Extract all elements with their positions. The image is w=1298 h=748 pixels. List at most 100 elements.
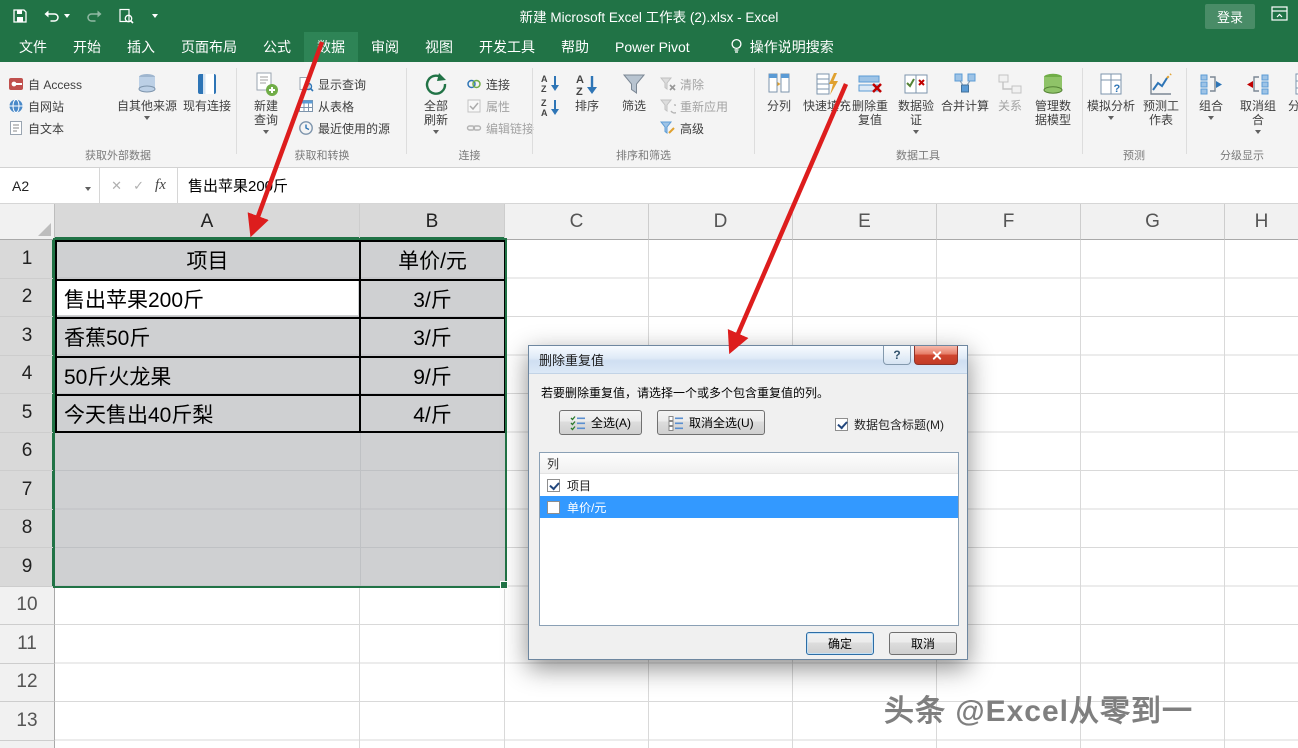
column-header-F[interactable]: F [937, 204, 1081, 240]
name-box-dropdown-icon[interactable] [85, 187, 91, 191]
row-header-12[interactable]: 12 [0, 663, 55, 702]
cell-A5[interactable]: 今天售出40斤梨 [57, 396, 358, 432]
checkbox-unchecked-icon[interactable] [547, 500, 560, 514]
from-web-button[interactable]: 自网站 [8, 96, 64, 116]
show-queries-button[interactable]: 显示查询 [298, 74, 366, 94]
print-preview-icon[interactable] [118, 8, 134, 24]
name-box[interactable]: A2 [0, 168, 100, 203]
tab-page-layout[interactable]: 页面布局 [168, 32, 250, 62]
tell-me-search[interactable]: 操作说明搜索 [717, 32, 846, 62]
existing-connections-button[interactable]: 现有连接 [180, 70, 234, 113]
undo-dropdown-icon[interactable] [64, 14, 70, 18]
sort-button[interactable]: AZ 排序 [564, 70, 610, 113]
fill-handle[interactable] [500, 581, 508, 589]
select-all-corner[interactable] [0, 204, 55, 240]
new-query-button[interactable]: 新建查询 [240, 70, 292, 134]
column-header-D[interactable]: D [649, 204, 793, 240]
cell-B1[interactable]: 单价/元 [361, 242, 504, 278]
what-if-analysis-button[interactable]: ? 模拟分析 [1086, 70, 1136, 120]
column-header-C[interactable]: C [505, 204, 649, 240]
sort-ascending-button[interactable]: AZ [540, 72, 562, 94]
group-separator [532, 68, 533, 154]
tab-power-pivot[interactable]: Power Pivot [602, 32, 703, 62]
dialog-help-button[interactable]: ? [883, 346, 911, 365]
from-other-sources-button[interactable]: 自其他来源 [116, 70, 178, 120]
dialog-close-button[interactable] [914, 346, 958, 365]
remove-duplicates-button[interactable]: 删除重复值 [848, 70, 892, 127]
refresh-all-button[interactable]: 全部刷新 [410, 70, 462, 134]
column-header-B[interactable]: B [360, 204, 505, 240]
dropdown-icon [263, 130, 269, 134]
ribbon-display-options-icon[interactable] [1271, 6, 1288, 26]
tab-view[interactable]: 视图 [412, 32, 466, 62]
manage-data-model-button[interactable]: 管理数据模型 [1030, 70, 1076, 127]
column-item-0[interactable]: 项目 [540, 474, 958, 496]
select-all-button[interactable]: 全选(A) [559, 410, 642, 435]
row-header-2[interactable]: 2 [0, 278, 55, 317]
recent-sources-button[interactable]: 最近使用的源 [298, 118, 390, 138]
columns-listbox[interactable]: 列 项目 单价/元 [539, 452, 959, 626]
ungroup-button[interactable]: 取消组合 [1234, 70, 1282, 134]
cell-B3[interactable]: 3/斤 [361, 319, 504, 355]
undo-icon[interactable] [44, 8, 70, 24]
row-header-6[interactable]: 6 [0, 432, 55, 471]
row-header-11[interactable]: 11 [0, 625, 55, 664]
column-header-H[interactable]: H [1225, 204, 1298, 240]
flash-fill-button[interactable]: 快速填充 [802, 70, 852, 113]
group-button[interactable]: 组合 [1190, 70, 1232, 120]
row-header-7[interactable]: 7 [0, 471, 55, 510]
column-header-E[interactable]: E [793, 204, 937, 240]
from-access-button[interactable]: 自 Access [8, 74, 82, 94]
sort-descending-button[interactable]: ZA [540, 96, 562, 118]
connections-button[interactable]: 连接 [466, 74, 510, 94]
svg-text:Z: Z [541, 84, 547, 94]
tab-developer[interactable]: 开发工具 [466, 32, 548, 62]
consolidate-button[interactable]: 合并计算 [940, 70, 990, 113]
cell-B5[interactable]: 4/斤 [361, 396, 504, 432]
login-button[interactable]: 登录 [1204, 3, 1255, 29]
cancel-button[interactable]: 取消 [889, 632, 957, 655]
data-validation-button[interactable]: 数据验证 [894, 70, 938, 134]
insert-function-button[interactable]: fx [155, 177, 166, 194]
cell-B4[interactable]: 9/斤 [361, 358, 504, 394]
tab-file[interactable]: 文件 [6, 32, 60, 62]
checkbox-checked-icon[interactable] [835, 418, 848, 431]
row-header-13[interactable]: 13 [0, 702, 55, 741]
row-header-10[interactable]: 10 [0, 586, 55, 625]
row-header-4[interactable]: 4 [0, 355, 55, 394]
save-icon[interactable] [12, 8, 28, 24]
unselect-all-button[interactable]: 取消全选(U) [657, 410, 765, 435]
cell-A1[interactable]: 项目 [57, 242, 358, 278]
column-item-1[interactable]: 单价/元 [540, 496, 958, 518]
customize-qat-icon[interactable] [152, 14, 158, 18]
row-header-1[interactable]: 1 [0, 240, 55, 279]
tab-data[interactable]: 数据 [304, 32, 358, 62]
advanced-filter-button[interactable]: 高级 [660, 118, 704, 138]
formula-input[interactable]: 售出苹果200斤 [178, 168, 1298, 203]
subtotal-button[interactable]: 分类汇总 [1284, 70, 1298, 127]
tab-insert[interactable]: 插入 [114, 32, 168, 62]
from-table-button[interactable]: 从表格 [298, 96, 354, 116]
tab-home[interactable]: 开始 [60, 32, 114, 62]
tab-review[interactable]: 审阅 [358, 32, 412, 62]
column-header-G[interactable]: G [1081, 204, 1225, 240]
text-to-columns-button[interactable]: 分列 [758, 70, 800, 113]
forecast-sheet-button[interactable]: 预测工作表 [1138, 70, 1184, 127]
tab-help[interactable]: 帮助 [548, 32, 602, 62]
cell-A3[interactable]: 香蕉50斤 [57, 319, 358, 355]
ok-button[interactable]: 确定 [806, 632, 874, 655]
checkbox-checked-icon[interactable] [547, 478, 560, 492]
tab-formulas[interactable]: 公式 [250, 32, 304, 62]
filter-button[interactable]: 筛选 [612, 70, 656, 113]
from-text-button[interactable]: 自文本 [8, 118, 64, 138]
row-header-14-partial[interactable] [0, 740, 55, 748]
row-header-9[interactable]: 9 [0, 548, 55, 587]
row-header-3[interactable]: 3 [0, 317, 55, 356]
cell-A4[interactable]: 50斤火龙果 [57, 358, 358, 394]
row-header-5[interactable]: 5 [0, 394, 55, 433]
cell-A2[interactable]: 售出苹果200斤 [57, 281, 358, 317]
row-header-8[interactable]: 8 [0, 509, 55, 548]
data-has-headers-checkbox[interactable]: 数据包含标题(M) [835, 416, 944, 433]
column-header-A[interactable]: A [55, 204, 360, 240]
cell-B2[interactable]: 3/斤 [361, 281, 504, 317]
